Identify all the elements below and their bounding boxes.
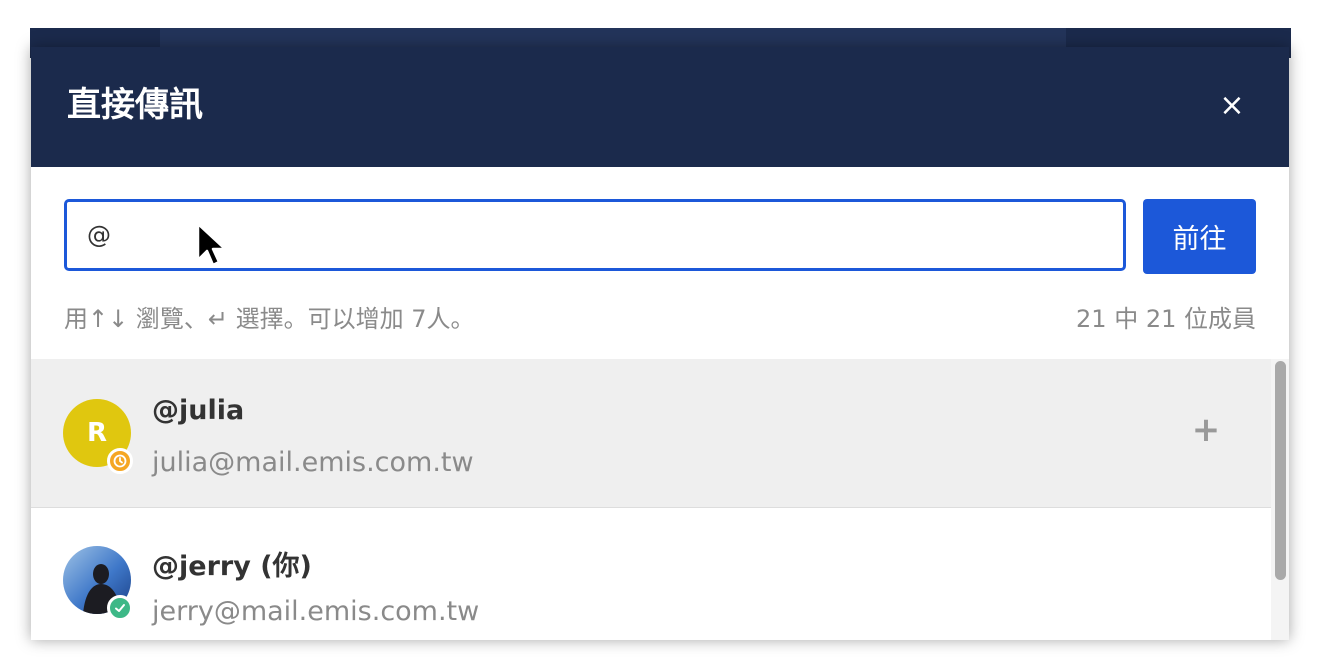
scrollbar-thumb[interactable] xyxy=(1275,361,1286,580)
close-button[interactable]: × xyxy=(1217,91,1247,121)
clock-icon xyxy=(113,454,127,468)
modal-header: 直接傳訊 × xyxy=(31,47,1289,167)
go-button[interactable]: 前往 xyxy=(1143,199,1256,274)
modal-title: 直接傳訊 xyxy=(67,85,203,125)
email: jerry@mail.emis.com.tw xyxy=(152,596,480,627)
list-item[interactable]: R @julia julia@mail.emis.com.tw + xyxy=(31,359,1271,508)
direct-message-modal: 直接傳訊 × 前往 用↑↓ 瀏覽、↵ 選擇。可以增加 7人。 21 中 21 位… xyxy=(31,47,1289,640)
user-list: R @julia julia@mail.emis.com.tw + @jerry… xyxy=(31,359,1289,640)
username: @jerry (你) xyxy=(152,551,312,582)
online-status-icon xyxy=(107,595,133,621)
add-user-button[interactable]: + xyxy=(1191,413,1221,447)
help-text: 用↑↓ 瀏覽、↵ 選擇。可以增加 7人。 xyxy=(64,305,475,333)
member-count: 21 中 21 位成員 xyxy=(1076,305,1256,333)
check-icon xyxy=(115,604,125,612)
username: @julia xyxy=(152,395,245,426)
away-status-icon xyxy=(107,448,133,474)
email: julia@mail.emis.com.tw xyxy=(152,447,474,478)
scrollbar[interactable] xyxy=(1271,359,1289,640)
mouse-cursor-icon xyxy=(196,222,227,267)
list-item[interactable]: @jerry (你) jerry@mail.emis.com.tw xyxy=(31,508,1271,640)
